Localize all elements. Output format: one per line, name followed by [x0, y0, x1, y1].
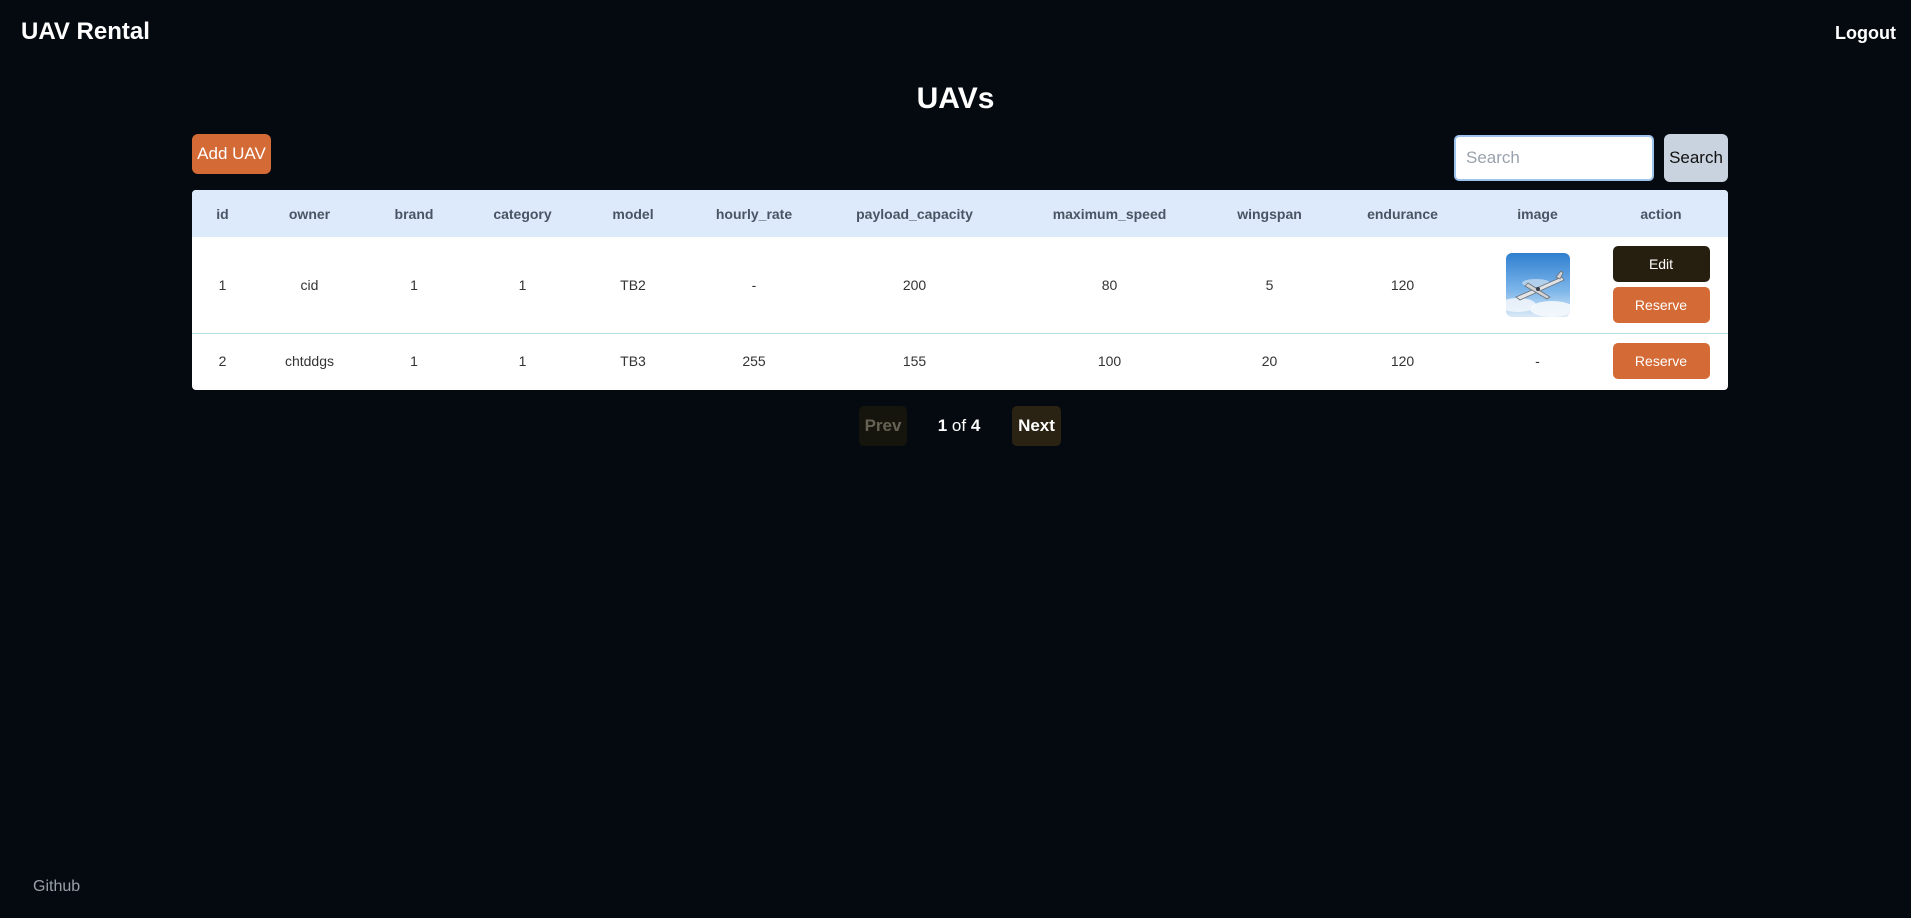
page-title: UAVs	[916, 82, 995, 115]
cell-wingspan: 5	[1265, 276, 1274, 293]
cell-model: TB3	[620, 353, 646, 370]
search-button[interactable]: Search	[1664, 134, 1728, 182]
column-header-maximum-speed: maximum_speed	[1052, 205, 1167, 222]
app-brand[interactable]: UAV Rental	[21, 18, 150, 46]
cell-payload-capacity: 155	[902, 353, 927, 370]
column-header-payload-capacity: payload_capacity	[856, 205, 973, 222]
cell-category: 1	[518, 276, 527, 293]
total-pages: 4	[970, 416, 981, 435]
logout-link[interactable]: Logout	[1835, 23, 1896, 44]
uav-photo-thumbnail[interactable]	[1505, 252, 1570, 317]
column-header-endurance: endurance	[1367, 205, 1438, 222]
column-header-id: id	[216, 205, 229, 222]
table-row: 1 cid 1 1 TB2 - 200 80 5 120 Edit Reserv…	[192, 237, 1728, 333]
table-row: 2 chtddgs 1 1 TB3 255 155 100 20 120 - R…	[192, 333, 1728, 389]
add-uav-button[interactable]: Add UAV	[192, 134, 271, 174]
cell-brand: 1	[410, 353, 418, 370]
cell-action: Edit Reserve	[1594, 237, 1728, 333]
page-indicator: 1 of 4	[918, 406, 1000, 446]
cell-brand: 1	[410, 276, 418, 293]
cell-payload-capacity: 200	[902, 276, 927, 293]
cell-category: 1	[518, 353, 527, 370]
cell-id: 1	[218, 276, 227, 293]
edit-button[interactable]: Edit	[1612, 246, 1710, 283]
uav-table: id owner brand category model hourly_rat…	[192, 190, 1728, 390]
cell-model: TB2	[620, 276, 646, 293]
column-header-category: category	[493, 205, 552, 222]
column-header-hourly-rate: hourly_rate	[715, 205, 793, 222]
page-of-label: of	[951, 416, 967, 435]
cell-owner: chtddgs	[284, 353, 335, 370]
prev-page-button[interactable]: Prev	[859, 406, 907, 446]
column-header-owner: owner	[288, 205, 331, 222]
current-page: 1	[937, 416, 948, 435]
cell-endurance: 120	[1390, 353, 1415, 370]
cell-action: Reserve	[1594, 333, 1728, 389]
cell-image	[1481, 237, 1594, 333]
column-header-model: model	[612, 205, 654, 222]
table-header-row: id owner brand category model hourly_rat…	[192, 190, 1728, 237]
search-input[interactable]	[1454, 135, 1654, 181]
cell-endurance: 120	[1390, 276, 1415, 293]
cell-image: -	[1535, 353, 1540, 370]
cell-hourly-rate: 255	[742, 353, 766, 370]
column-header-action: action	[1640, 205, 1682, 222]
reserve-button[interactable]: Reserve	[1612, 343, 1710, 380]
cell-maximum-speed: 80	[1101, 276, 1118, 293]
column-header-wingspan: wingspan	[1237, 205, 1302, 222]
cell-owner: cid	[300, 276, 319, 293]
column-header-brand: brand	[394, 205, 434, 222]
reserve-button[interactable]: Reserve	[1612, 287, 1710, 324]
column-header-image: image	[1517, 205, 1558, 222]
cell-wingspan: 20	[1261, 353, 1278, 370]
cell-maximum-speed: 100	[1097, 353, 1122, 370]
cell-hourly-rate: -	[751, 276, 757, 293]
cell-id: 2	[218, 353, 227, 370]
github-link[interactable]: Github	[33, 878, 80, 896]
next-page-button[interactable]: Next	[1012, 406, 1061, 446]
